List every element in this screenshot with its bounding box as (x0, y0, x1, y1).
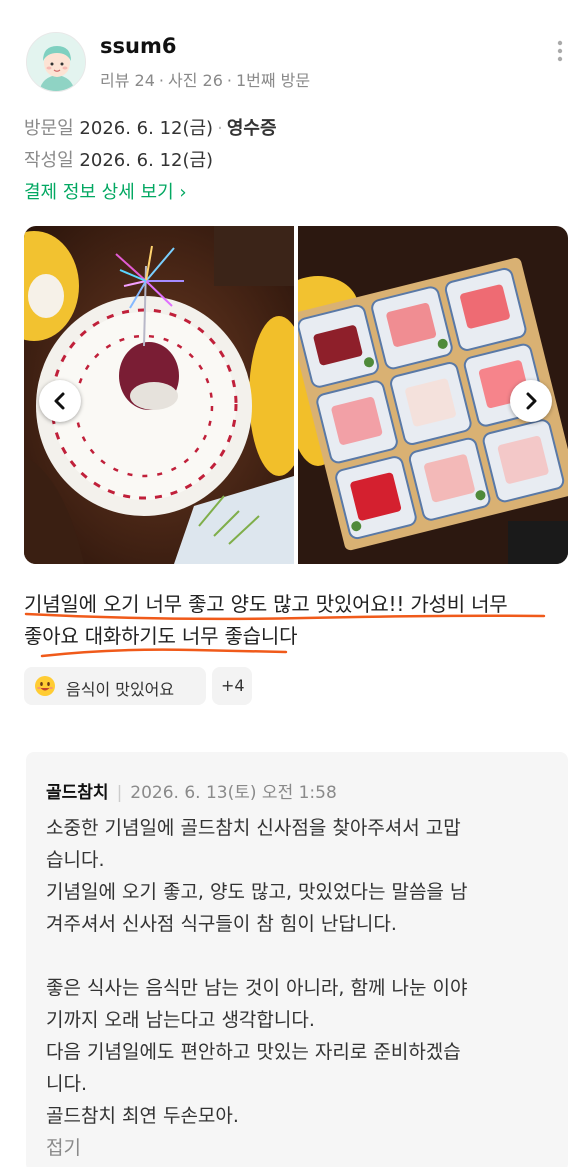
username[interactable]: ssum6 (100, 34, 176, 58)
visit-date: 2026. 6. 12(금) (79, 118, 214, 139)
visit-count: 1번째 방문 (235, 71, 311, 90)
avatar-illustration-icon (27, 33, 85, 91)
written-date-label: 작성일 (24, 150, 74, 171)
reply-datetime: 2026. 6. 13(토) 오전 1:58 (130, 783, 337, 803)
smiling-face-icon (35, 676, 55, 696)
review-text-line-2: 좋아요 대화하기도 너무 좋습니다 (24, 624, 298, 648)
review-text[interactable]: 기념일에 오기 너무 좋고 양도 많고 맛있어요!! 가성비 너무 좋아요 대화… (24, 588, 569, 658)
written-date-line: 작성일 2026. 6. 12(금) (24, 146, 213, 172)
keyword-tag-label: 음식이 맛있어요 (66, 680, 175, 699)
photo-count: 사진 26 (167, 71, 223, 90)
review-card: ssum6 리뷰 24 · 사진 26 · 1번째 방문 방문일 2026. 6. 12… (0, 0, 588, 1167)
reply-header: 골드참치 | 2026. 6. 13(토) 오전 1:58 (46, 778, 337, 803)
reply-fold-button[interactable]: 접기 (46, 1132, 566, 1164)
reply-line: 기념일에 오기 좋고, 양도 많고, 맛있었다는 말씀을 남 (46, 881, 468, 903)
receipt-badge: 영수증 (226, 118, 277, 139)
user-stats: 리뷰 24 · 사진 26 · 1번째 방문 (100, 71, 311, 90)
reply-line (46, 940, 566, 972)
photo-prev-button[interactable] (39, 380, 81, 422)
user-avatar[interactable] (26, 32, 86, 92)
reply-line: 좋은 식사는 음식만 남는 것이 아니라, 함께 나눈 이야 (46, 977, 468, 999)
visit-date-line: 방문일 2026. 6. 12(금) · 영수증 (24, 118, 277, 139)
chevron-left-icon (54, 392, 65, 410)
keyword-tag-food[interactable]: 음식이 맛있어요 (24, 667, 206, 705)
reply-owner-name: 골드참치 (46, 783, 109, 803)
written-date: 2026. 6. 12(금) (79, 150, 214, 171)
review-text-line-1: 기념일에 오기 너무 좋고 양도 많고 맛있어요!! 가성비 너무 (24, 592, 508, 616)
payment-details-link[interactable]: 결제 정보 상세 보기 › (24, 178, 187, 204)
more-vertical-icon (557, 40, 563, 62)
reply-line: 겨주셔서 신사점 식구들이 참 힘이 난답니다. (46, 913, 397, 935)
reply-line: 기까지 오래 남는다고 생각합니다. (46, 1009, 315, 1031)
more-tags-count: +4 (221, 676, 245, 695)
visit-date-label: 방문일 (24, 118, 74, 139)
owner-reply: 골드참치 | 2026. 6. 13(토) 오전 1:58 소중한 기념일에 골드참… (26, 752, 568, 1167)
more-tags-button[interactable]: +4 (212, 667, 252, 705)
photo-next-button[interactable] (510, 380, 552, 422)
review-count: 리뷰 24 (100, 71, 155, 90)
more-options-button[interactable] (548, 38, 572, 66)
reply-line: 소중한 기념일에 골드참치 신사점을 찾아주셔서 고맙 (46, 817, 461, 839)
reply-line: 습니다. (46, 849, 105, 871)
reply-body: 소중한 기념일에 골드참치 신사점을 찾아주셔서 고맙 습니다. 기념일에 오기… (46, 812, 566, 1164)
reply-line: 니다. (46, 1073, 87, 1095)
reply-line: 골드참치 최연 두손모아. (46, 1105, 239, 1127)
chevron-right-icon (526, 392, 537, 410)
reply-line: 다음 기념일에도 편안하고 맛있는 자리로 준비하겠습 (46, 1041, 461, 1063)
reply-separator: | (116, 783, 123, 803)
